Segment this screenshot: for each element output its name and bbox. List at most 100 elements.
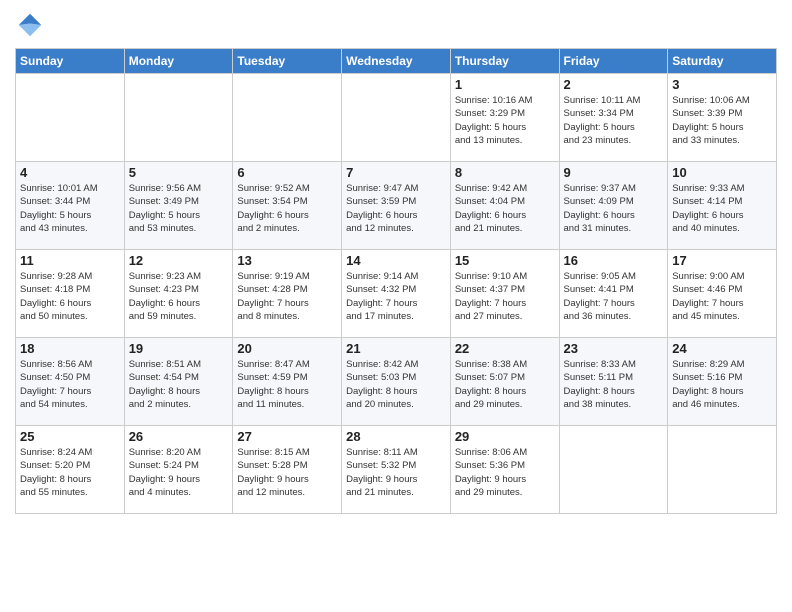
week-row-5: 25 Sunrise: 8:24 AMSunset: 5:20 PMDayligh… [16, 426, 777, 514]
calendar-cell: 26 Sunrise: 8:20 AMSunset: 5:24 PMDayligh… [124, 426, 233, 514]
day-number: 17 [672, 253, 772, 268]
weekday-header-thursday: Thursday [450, 49, 559, 74]
calendar-cell: 15 Sunrise: 9:10 AMSunset: 4:37 PMDayligh… [450, 250, 559, 338]
day-info: Sunrise: 8:42 AMSunset: 5:03 PMDaylight:… [346, 358, 446, 411]
day-number: 5 [129, 165, 229, 180]
day-info: Sunrise: 9:56 AMSunset: 3:49 PMDaylight:… [129, 182, 229, 235]
day-number: 27 [237, 429, 337, 444]
logo [15, 10, 49, 40]
calendar-cell: 6 Sunrise: 9:52 AMSunset: 3:54 PMDaylight… [233, 162, 342, 250]
weekday-header-monday: Monday [124, 49, 233, 74]
calendar-cell: 14 Sunrise: 9:14 AMSunset: 4:32 PMDayligh… [342, 250, 451, 338]
day-info: Sunrise: 9:19 AMSunset: 4:28 PMDaylight:… [237, 270, 337, 323]
day-number: 6 [237, 165, 337, 180]
day-info: Sunrise: 9:28 AMSunset: 4:18 PMDaylight:… [20, 270, 120, 323]
day-info: Sunrise: 9:42 AMSunset: 4:04 PMDaylight:… [455, 182, 555, 235]
day-number: 10 [672, 165, 772, 180]
weekday-header-wednesday: Wednesday [342, 49, 451, 74]
day-info: Sunrise: 9:33 AMSunset: 4:14 PMDaylight:… [672, 182, 772, 235]
day-number: 28 [346, 429, 446, 444]
calendar-cell: 10 Sunrise: 9:33 AMSunset: 4:14 PMDayligh… [668, 162, 777, 250]
weekday-header-row: SundayMondayTuesdayWednesdayThursdayFrid… [16, 49, 777, 74]
day-info: Sunrise: 10:06 AMSunset: 3:39 PMDaylight… [672, 94, 772, 147]
calendar-cell: 4Sunrise: 10:01 AMSunset: 3:44 PMDayligh… [16, 162, 125, 250]
calendar-cell [16, 74, 125, 162]
calendar-cell: 9 Sunrise: 9:37 AMSunset: 4:09 PMDaylight… [559, 162, 668, 250]
day-number: 3 [672, 77, 772, 92]
calendar-cell: 3 Sunrise: 10:06 AMSunset: 3:39 PMDayligh… [668, 74, 777, 162]
day-number: 8 [455, 165, 555, 180]
day-info: Sunrise: 8:24 AMSunset: 5:20 PMDaylight:… [20, 446, 120, 499]
day-number: 24 [672, 341, 772, 356]
day-number: 15 [455, 253, 555, 268]
day-number: 13 [237, 253, 337, 268]
calendar-cell: 28 Sunrise: 8:11 AMSunset: 5:32 PMDayligh… [342, 426, 451, 514]
calendar-cell: 24 Sunrise: 8:29 AMSunset: 5:16 PMDayligh… [668, 338, 777, 426]
day-info: Sunrise: 10:01 AMSunset: 3:44 PMDaylight… [20, 182, 120, 235]
day-number: 7 [346, 165, 446, 180]
calendar-cell: 12 Sunrise: 9:23 AMSunset: 4:23 PMDayligh… [124, 250, 233, 338]
calendar-cell: 23Sunrise: 8:33 AMSunset: 5:11 PMDayligh… [559, 338, 668, 426]
day-number: 12 [129, 253, 229, 268]
day-info: Sunrise: 8:33 AMSunset: 5:11 PMDaylight:… [564, 358, 664, 411]
calendar-cell: 7 Sunrise: 9:47 AMSunset: 3:59 PMDaylight… [342, 162, 451, 250]
header [15, 10, 777, 40]
day-number: 29 [455, 429, 555, 444]
logo-icon [15, 10, 45, 40]
weekday-header-friday: Friday [559, 49, 668, 74]
day-info: Sunrise: 9:37 AMSunset: 4:09 PMDaylight:… [564, 182, 664, 235]
day-info: Sunrise: 8:11 AMSunset: 5:32 PMDaylight:… [346, 446, 446, 499]
week-row-2: 4Sunrise: 10:01 AMSunset: 3:44 PMDayligh… [16, 162, 777, 250]
calendar-cell: 29 Sunrise: 8:06 AMSunset: 5:36 PMDayligh… [450, 426, 559, 514]
calendar-cell: 18 Sunrise: 8:56 AMSunset: 4:50 PMDayligh… [16, 338, 125, 426]
calendar-cell [559, 426, 668, 514]
weekday-header-tuesday: Tuesday [233, 49, 342, 74]
day-info: Sunrise: 8:20 AMSunset: 5:24 PMDaylight:… [129, 446, 229, 499]
calendar-cell: 17 Sunrise: 9:00 AMSunset: 4:46 PMDayligh… [668, 250, 777, 338]
calendar-cell: 5 Sunrise: 9:56 AMSunset: 3:49 PMDaylight… [124, 162, 233, 250]
day-info: Sunrise: 8:56 AMSunset: 4:50 PMDaylight:… [20, 358, 120, 411]
day-info: Sunrise: 8:06 AMSunset: 5:36 PMDaylight:… [455, 446, 555, 499]
week-row-1: 1 Sunrise: 10:16 AMSunset: 3:29 PMDayligh… [16, 74, 777, 162]
day-number: 20 [237, 341, 337, 356]
calendar-cell: 8 Sunrise: 9:42 AMSunset: 4:04 PMDaylight… [450, 162, 559, 250]
week-row-4: 18 Sunrise: 8:56 AMSunset: 4:50 PMDayligh… [16, 338, 777, 426]
day-info: Sunrise: 9:23 AMSunset: 4:23 PMDaylight:… [129, 270, 229, 323]
day-number: 16 [564, 253, 664, 268]
day-number: 1 [455, 77, 555, 92]
calendar-cell: 20Sunrise: 8:47 AMSunset: 4:59 PMDayligh… [233, 338, 342, 426]
calendar-cell: 2 Sunrise: 10:11 AMSunset: 3:34 PMDayligh… [559, 74, 668, 162]
day-number: 26 [129, 429, 229, 444]
calendar-cell: 22Sunrise: 8:38 AMSunset: 5:07 PMDayligh… [450, 338, 559, 426]
day-info: Sunrise: 8:29 AMSunset: 5:16 PMDaylight:… [672, 358, 772, 411]
calendar-cell: 16Sunrise: 9:05 AMSunset: 4:41 PMDayligh… [559, 250, 668, 338]
calendar-cell: 27 Sunrise: 8:15 AMSunset: 5:28 PMDayligh… [233, 426, 342, 514]
calendar-cell: 19 Sunrise: 8:51 AMSunset: 4:54 PMDayligh… [124, 338, 233, 426]
day-info: Sunrise: 9:14 AMSunset: 4:32 PMDaylight:… [346, 270, 446, 323]
day-info: Sunrise: 8:15 AMSunset: 5:28 PMDaylight:… [237, 446, 337, 499]
day-info: Sunrise: 10:11 AMSunset: 3:34 PMDaylight… [564, 94, 664, 147]
day-number: 25 [20, 429, 120, 444]
day-info: Sunrise: 9:10 AMSunset: 4:37 PMDaylight:… [455, 270, 555, 323]
day-number: 2 [564, 77, 664, 92]
day-number: 14 [346, 253, 446, 268]
day-info: Sunrise: 8:51 AMSunset: 4:54 PMDaylight:… [129, 358, 229, 411]
calendar-cell: 13 Sunrise: 9:19 AMSunset: 4:28 PMDayligh… [233, 250, 342, 338]
day-number: 9 [564, 165, 664, 180]
calendar-table: SundayMondayTuesdayWednesdayThursdayFrid… [15, 48, 777, 514]
calendar-cell [668, 426, 777, 514]
calendar-cell [124, 74, 233, 162]
day-number: 11 [20, 253, 120, 268]
day-info: Sunrise: 10:16 AMSunset: 3:29 PMDaylight… [455, 94, 555, 147]
calendar-cell [342, 74, 451, 162]
week-row-3: 11 Sunrise: 9:28 AMSunset: 4:18 PMDayligh… [16, 250, 777, 338]
day-number: 18 [20, 341, 120, 356]
day-info: Sunrise: 9:00 AMSunset: 4:46 PMDaylight:… [672, 270, 772, 323]
day-info: Sunrise: 9:52 AMSunset: 3:54 PMDaylight:… [237, 182, 337, 235]
calendar-cell: 11 Sunrise: 9:28 AMSunset: 4:18 PMDayligh… [16, 250, 125, 338]
day-info: Sunrise: 8:38 AMSunset: 5:07 PMDaylight:… [455, 358, 555, 411]
weekday-header-saturday: Saturday [668, 49, 777, 74]
day-number: 19 [129, 341, 229, 356]
calendar-cell [233, 74, 342, 162]
day-info: Sunrise: 9:47 AMSunset: 3:59 PMDaylight:… [346, 182, 446, 235]
